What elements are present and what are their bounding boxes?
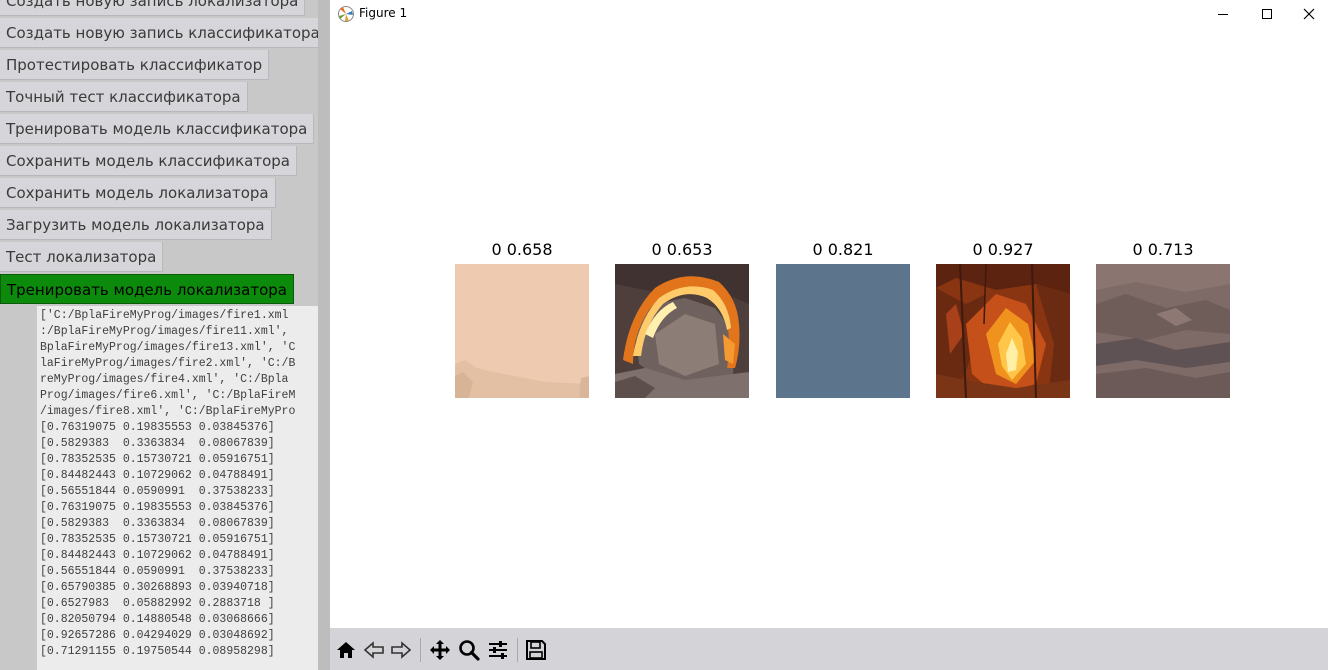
log-line: [0.92657286 0.04294029 0.03048692]: [40, 629, 275, 642]
figure-canvas[interactable]: 0 0.658 0 0.653 0 0.821 0 0.927 0 0.713: [330, 28, 1328, 628]
configure-subplots-icon: [489, 641, 507, 659]
log-line: [0.76319075 0.19835553 0.03845376]: [40, 501, 275, 514]
configure-subplots-button[interactable]: [485, 637, 511, 663]
left-panel-scrollbar[interactable]: [318, 0, 330, 670]
forward-arrow-icon: [391, 641, 412, 659]
test-localizer-button[interactable]: Тест локализатора: [0, 242, 164, 272]
subplot-title: 0 0.713: [1132, 240, 1194, 259]
log-line: [0.78352535 0.15730721 0.05916751]: [40, 533, 275, 546]
log-line: /images/fire8.xml', 'C:/BplaFireMyPro: [40, 405, 296, 418]
subplot-title: 0 0.653: [651, 240, 713, 259]
toolbar-separator: [517, 638, 518, 662]
log-line: [0.76319075 0.19835553 0.03845376]: [40, 421, 275, 434]
matplotlib-app-icon: [337, 5, 355, 23]
back-button[interactable]: [361, 637, 387, 663]
output-log[interactable]: ['C:/BplaFireMyProg/images/fire1.xml :/B…: [37, 306, 330, 670]
maximize-icon: [1262, 9, 1272, 19]
log-line: [0.71291155 0.19750544 0.08958298]: [40, 645, 275, 658]
train-localizer-button[interactable]: Тренировать модель локализатора: [0, 274, 294, 304]
log-line: BplaFireMyProg/images/fire13.xml', 'C: [40, 341, 296, 354]
figure-window: Figure 1 0 0.658 0 0.653 0 0.821 0 0.927…: [330, 0, 1328, 670]
window-title: Figure 1: [359, 6, 408, 20]
back-arrow-icon: [363, 641, 384, 659]
save-figure-button[interactable]: [523, 637, 549, 663]
save-classifier-button[interactable]: Сохранить модель классификатора: [0, 146, 297, 176]
title-bar[interactable]: Figure 1: [330, 0, 1328, 28]
subplot-title: 0 0.821: [812, 240, 874, 259]
log-line: laFireMyProg/images/fire2.xml', 'C:/B: [40, 357, 296, 370]
log-line: reMyProg/images/fire4.xml', 'C:/Bpla: [40, 373, 289, 386]
log-line: [0.84482443 0.10729062 0.04788491]: [40, 549, 275, 562]
subplot-image-forest-fire: [936, 264, 1070, 398]
create-localizer-record-button[interactable]: Создать новую запись локализатора: [0, 0, 306, 16]
maximize-button[interactable]: [1246, 0, 1288, 28]
save-localizer-button[interactable]: Сохранить модель локализатора: [0, 178, 276, 208]
train-classifier-button[interactable]: Тренировать модель классификатора: [0, 114, 315, 144]
toolbar-separator: [420, 638, 421, 662]
subplot-image-fire-arch: [615, 264, 749, 398]
home-button[interactable]: [333, 637, 359, 663]
log-line: [0.84482443 0.10729062 0.04788491]: [40, 469, 275, 482]
log-line: [0.78352535 0.15730721 0.05916751]: [40, 453, 275, 466]
home-icon: [337, 642, 355, 658]
zoom-icon: [459, 640, 480, 661]
pan-button[interactable]: [427, 637, 453, 663]
log-line: [0.6527983 0.05882992 0.2883718 ]: [40, 597, 275, 610]
left-app-panel: Создать новую запись локализатора Создат…: [0, 0, 330, 670]
log-line: [0.56551844 0.0590991 0.37538233]: [40, 485, 275, 498]
close-icon: [1303, 8, 1315, 20]
log-line: ['C:/BplaFireMyProg/images/fire1.xml: [40, 309, 289, 322]
load-localizer-button[interactable]: Загрузить модель локализатора: [0, 210, 272, 240]
forward-button[interactable]: [388, 637, 414, 663]
test-classifier-button[interactable]: Протестировать классификатор: [0, 50, 270, 80]
log-line: [0.82050794 0.14880548 0.03068666]: [40, 613, 275, 626]
minimize-button[interactable]: [1202, 0, 1244, 28]
create-classifier-record-button[interactable]: Создать новую запись классификатора: [0, 18, 327, 48]
zoom-button[interactable]: [456, 637, 482, 663]
log-line: Prog/images/fire6.xml', 'C:/BplaFireM: [40, 389, 296, 402]
subplot-image-peach: [455, 264, 589, 398]
close-button[interactable]: [1288, 0, 1328, 28]
exact-classifier-test-button[interactable]: Точный тест классификатора: [0, 82, 248, 112]
log-line: [0.65790385 0.30268893 0.03940718]: [40, 581, 275, 594]
pan-icon: [430, 640, 450, 660]
navigation-toolbar: [330, 628, 1328, 670]
subplot-title: 0 0.927: [972, 240, 1034, 259]
log-line: [0.5829383 0.3363834 0.08067839]: [40, 517, 275, 530]
minimize-icon: [1218, 14, 1228, 15]
save-icon: [526, 640, 546, 660]
log-line: [0.56551844 0.0590991 0.37538233]: [40, 565, 275, 578]
log-line: :/BplaFireMyProg/images/fire11.xml',: [40, 325, 289, 338]
subplot-image-smoke-terrain: [1096, 264, 1230, 398]
log-line: [0.5829383 0.3363834 0.08067839]: [40, 437, 275, 450]
subplot-title: 0 0.658: [491, 240, 553, 259]
subplot-image-slate: [776, 264, 910, 398]
